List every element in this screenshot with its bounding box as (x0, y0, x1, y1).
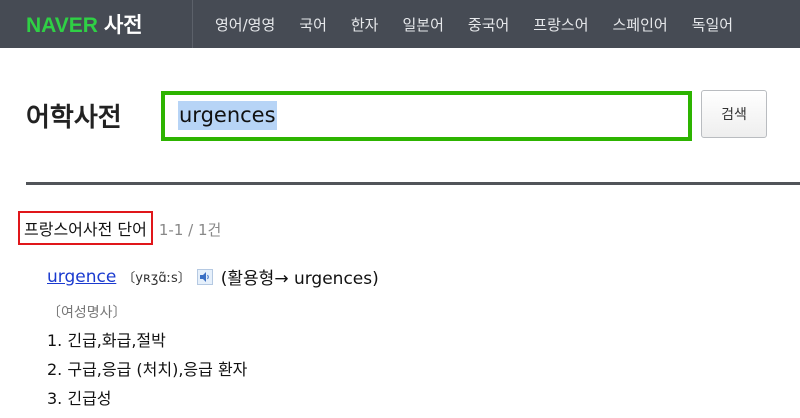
section-title: 프랑스어사전 단어 (18, 211, 153, 245)
meaning-item: 2. 구급,응급 (처치),응급 환자 (47, 360, 248, 379)
logo-main: NAVER (26, 14, 98, 37)
pronunciation: 〔yʀʒɑ̃ːs〕 (122, 271, 191, 286)
search-input[interactable] (177, 100, 661, 130)
language-nav: 영어/영영 국어 한자 일본어 중국어 프랑스어 스페인어 독일어 (203, 0, 745, 48)
meaning-item: 3. 긴급성 (47, 389, 112, 408)
logo-sub: 사전 (103, 13, 143, 37)
search-button[interactable]: 검색 (701, 90, 767, 138)
naver-dictionary-logo[interactable]: NAVER 사전 (26, 9, 143, 39)
section-divider (26, 182, 800, 185)
nav-item-japanese[interactable]: 일본어 (402, 14, 443, 35)
inflection-note: (활용형→ urgences) (220, 269, 379, 289)
part-of-speech: 〔여성명사〕 (47, 305, 127, 321)
nav-item-chinese[interactable]: 중국어 (468, 14, 509, 35)
page-title: 어학사전 (26, 103, 122, 133)
nav-item-korean[interactable]: 국어 (299, 14, 327, 35)
results-section-header: 프랑스어사전 단어 1-1 / 1건 (18, 211, 221, 245)
speaker-icon[interactable] (196, 268, 213, 285)
nav-divider (192, 0, 193, 48)
nav-item-hanja[interactable]: 한자 (351, 14, 379, 35)
result-count: 1-1 / 1건 (158, 221, 222, 239)
meaning-list: 1. 긴급,화급,절박 2. 구급,응급 (처치),응급 환자 3. 긴급성 (47, 326, 247, 413)
nav-item-spanish[interactable]: 스페인어 (613, 14, 668, 35)
nav-item-french[interactable]: 프랑스어 (533, 14, 588, 35)
nav-item-german[interactable]: 독일어 (692, 14, 733, 35)
meaning-item: 1. 긴급,화급,절박 (47, 331, 166, 350)
nav-item-english[interactable]: 영어/영영 (215, 14, 275, 35)
search-box[interactable] (161, 91, 692, 141)
headword-link[interactable]: urgence (47, 267, 116, 287)
dictionary-entry: urgence 〔yʀʒɑ̃ːs〕 (활용형→ urgences) (47, 264, 379, 290)
top-navigation-bar: NAVER 사전 영어/영영 국어 한자 일본어 중국어 프랑스어 스페인어 독일… (0, 0, 800, 48)
